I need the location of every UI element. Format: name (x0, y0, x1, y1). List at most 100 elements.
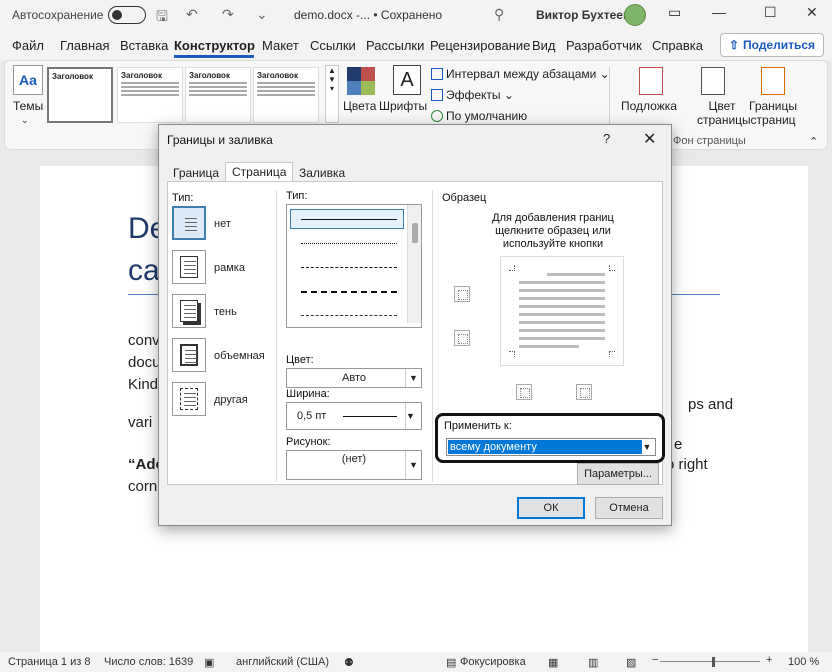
tab-developer[interactable]: Разработчик (566, 38, 642, 53)
close-window-icon[interactable]: ✕ (806, 4, 818, 21)
tab-file[interactable]: Файл (12, 38, 44, 53)
tab-insert[interactable]: Вставка (120, 38, 168, 53)
tab-page-border[interactable]: Страница (225, 162, 294, 181)
language-status[interactable]: английский (США) (236, 656, 329, 668)
line-style-dotted[interactable] (301, 243, 397, 244)
fonts-icon[interactable]: A (393, 65, 421, 95)
setting-none-option[interactable] (172, 206, 206, 240)
themes-chevron-icon[interactable]: ⌄ (21, 115, 29, 126)
read-mode-icon[interactable]: ▦ (548, 656, 558, 669)
help-button[interactable]: ? (603, 131, 610, 146)
gallery-scroll[interactable]: ▲ ▼ ▾ (325, 65, 339, 123)
tab-view[interactable]: Вид (532, 38, 556, 53)
paragraph-spacing-button[interactable]: Интервал между абзацами ⌄ (431, 67, 610, 81)
preview-corner (609, 265, 615, 271)
ok-button[interactable]: ОК (517, 497, 585, 519)
zoom-out-icon[interactable]: − (652, 654, 658, 666)
page-borders-label[interactable]: Границы страниц (747, 99, 799, 127)
page-borders-icon[interactable] (761, 67, 785, 95)
colors-icon[interactable] (347, 67, 375, 95)
tab-layout[interactable]: Макет (262, 38, 299, 53)
vertical-ruler[interactable] (0, 166, 14, 652)
watermark-icon[interactable] (639, 67, 663, 95)
accessibility-icon[interactable]: ⚉ (344, 656, 354, 669)
proofing-icon[interactable]: ▣ (204, 656, 214, 669)
themes-icon[interactable]: Aa (13, 65, 43, 95)
focus-icon[interactable]: ▤ (446, 656, 456, 669)
web-layout-icon[interactable]: ▧ (626, 656, 636, 669)
tab-references[interactable]: Ссылки (310, 38, 356, 53)
color-dropdown[interactable]: Авто ▼ (286, 368, 422, 388)
ribbon-display-icon[interactable]: ▭ (668, 4, 681, 21)
focus-mode[interactable]: Фокусировка (460, 656, 526, 668)
art-dropdown[interactable]: (нет) ▼ (286, 450, 422, 480)
close-icon[interactable]: ✕ (643, 129, 656, 149)
autosave-toggle[interactable] (108, 6, 146, 24)
word-count[interactable]: Число слов: 1639 (104, 656, 193, 668)
style-list-scrollbar[interactable] (407, 205, 421, 323)
line-style-solid[interactable] (301, 219, 397, 220)
line-style-long-dash[interactable] (301, 291, 397, 293)
options-button[interactable]: Параметры... (577, 463, 659, 485)
apply-to-dropdown[interactable]: всему документу ▼ (446, 438, 656, 456)
art-value: (нет) (341, 453, 367, 465)
page-color-icon[interactable] (701, 67, 725, 95)
zoom-slider[interactable] (660, 661, 760, 662)
width-dropdown[interactable]: 0,5 пт ▼ (286, 402, 422, 430)
zoom-slider-thumb[interactable] (712, 657, 715, 667)
line-style-dashed[interactable] (301, 267, 397, 268)
right-border-button[interactable] (576, 384, 592, 400)
tab-home[interactable]: Главная (60, 38, 109, 53)
maximize-icon[interactable]: ☐ (764, 4, 777, 21)
setting-3d-label[interactable]: объемная (214, 350, 265, 362)
tab-design[interactable]: Конструктор (174, 38, 255, 53)
setting-custom-label[interactable]: другая (214, 394, 248, 406)
minimize-icon[interactable]: — (712, 4, 726, 20)
line-style-list[interactable] (286, 204, 422, 328)
cancel-button[interactable]: Отмена (595, 497, 663, 519)
redo-icon[interactable]: ↷ (222, 6, 234, 23)
share-button[interactable]: ⇧ Поделиться (720, 33, 824, 57)
tab-review[interactable]: Рецензирование (430, 38, 530, 53)
scroll-thumb[interactable] (412, 223, 418, 243)
fonts-label[interactable]: Шрифты (379, 99, 427, 113)
avatar[interactable] (624, 4, 646, 26)
style-set-item[interactable]: Заголовок (47, 67, 113, 123)
setting-shadow-option[interactable] (172, 294, 206, 328)
zoom-in-icon[interactable]: + (766, 654, 772, 666)
setting-box-option[interactable] (172, 250, 206, 284)
tab-shading[interactable]: Заливка (293, 164, 351, 182)
style-set-item[interactable]: Заголовок (185, 67, 251, 123)
set-default-button[interactable]: По умолчанию (431, 109, 527, 123)
setting-custom-option[interactable] (172, 382, 206, 416)
tab-help[interactable]: Справка (652, 38, 703, 53)
preview-sample[interactable] (500, 256, 624, 366)
save-icon[interactable]: 🖫 (156, 6, 168, 30)
collapse-ribbon-icon[interactable]: ⌃ (809, 135, 818, 148)
page-count[interactable]: Страница 1 из 8 (8, 656, 90, 668)
colors-label[interactable]: Цвета (343, 99, 376, 113)
print-layout-icon[interactable]: ▥ (588, 656, 598, 669)
setting-box-label[interactable]: рамка (214, 262, 245, 274)
customize-toolbar-icon[interactable]: ⌄ (256, 6, 268, 23)
document-title[interactable]: demo.docx -... • Сохранено (294, 8, 442, 22)
tab-borders[interactable]: Граница (167, 164, 225, 182)
themes-label[interactable]: Темы (13, 99, 43, 113)
style-set-item[interactable]: Заголовок (253, 67, 319, 123)
zoom-level[interactable]: 100 % (788, 656, 819, 668)
setting-3d-option[interactable] (172, 338, 206, 372)
line-style-dash-dot[interactable] (301, 315, 397, 316)
top-border-button[interactable] (454, 286, 470, 302)
setting-none-label[interactable]: нет (214, 218, 231, 230)
tab-mailings[interactable]: Рассылки (366, 38, 424, 53)
watermark-label[interactable]: Подложка (621, 99, 677, 113)
left-border-button[interactable] (516, 384, 532, 400)
setting-shadow-label[interactable]: тень (214, 306, 237, 318)
user-name[interactable]: Виктор Бухтеев (536, 8, 630, 22)
style-set-item[interactable]: Заголовок (117, 67, 183, 123)
bottom-border-button[interactable] (454, 330, 470, 346)
effects-button[interactable]: Эффекты ⌄ (431, 88, 514, 102)
undo-icon[interactable]: ↶ (186, 6, 198, 23)
search-icon[interactable]: ⚲ (494, 6, 504, 23)
page-color-label[interactable]: Цвет страницы (697, 99, 751, 127)
